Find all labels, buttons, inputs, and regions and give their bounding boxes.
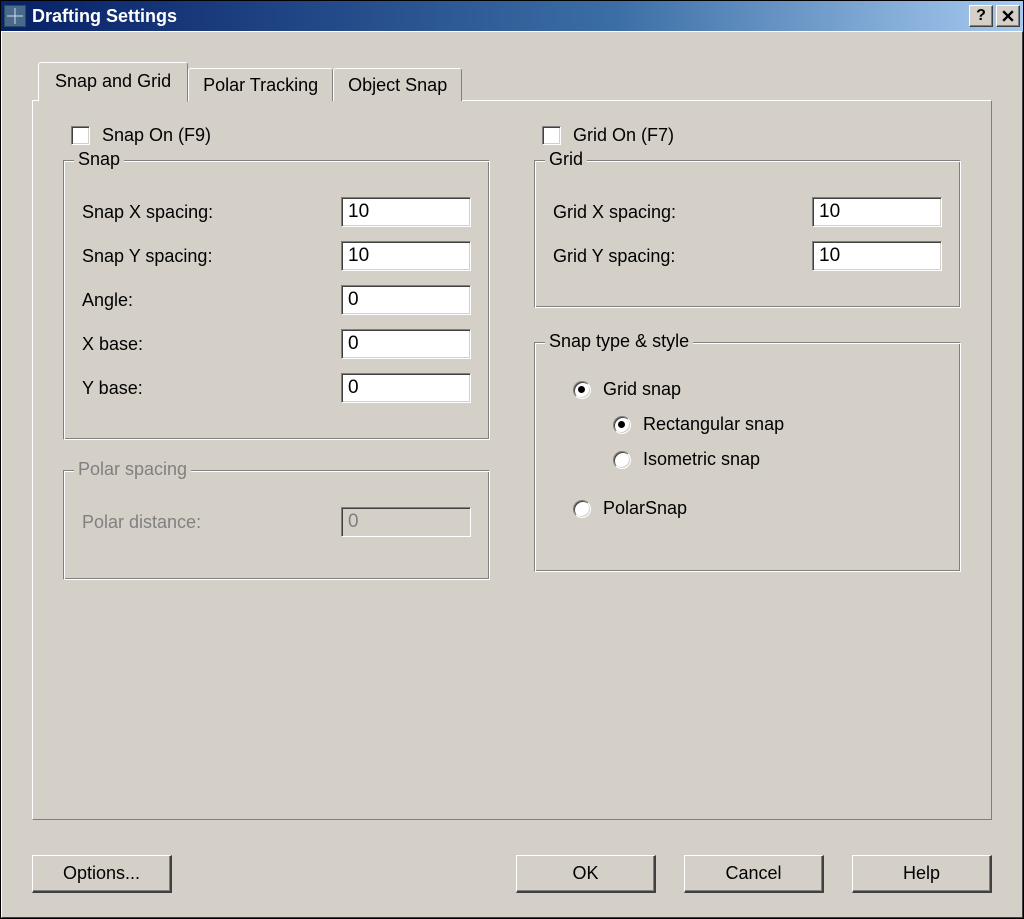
client-area: Snap and Grid Polar Tracking Object Snap…	[1, 31, 1023, 918]
grid-on-checkbox[interactable]	[542, 126, 561, 145]
snap-y-input[interactable]	[341, 241, 471, 271]
snap-on-checkbox-row[interactable]: Snap On (F9)	[71, 125, 490, 146]
grid-y-label: Grid Y spacing:	[553, 246, 675, 267]
title-text: Drafting Settings	[32, 6, 969, 27]
tab-polar-tracking[interactable]: Polar Tracking	[188, 68, 333, 101]
tabstrip: Snap and Grid Polar Tracking Object Snap	[32, 60, 992, 100]
polar-spacing-group: Polar spacing Polar distance:	[63, 470, 490, 580]
snap-type-style-title: Snap type & style	[545, 331, 693, 352]
grid-snap-radio[interactable]	[573, 381, 591, 399]
grid-x-label: Grid X spacing:	[553, 202, 676, 223]
snap-group: Snap Snap X spacing: Snap Y spacing: Ang…	[63, 160, 490, 440]
tab-panel: Snap On (F9) Snap Snap X spacing: Snap Y…	[32, 100, 992, 820]
help-titlebar-button[interactable]: ?	[969, 5, 993, 27]
right-column: Grid On (F7) Grid Grid X spacing: Grid Y…	[534, 125, 961, 580]
polar-distance-label: Polar distance:	[82, 512, 201, 533]
cancel-button[interactable]: Cancel	[684, 855, 824, 893]
grid-x-input[interactable]	[812, 197, 942, 227]
grid-snap-label: Grid snap	[603, 379, 681, 400]
left-column: Snap On (F9) Snap Snap X spacing: Snap Y…	[63, 125, 490, 580]
isometric-snap-radio[interactable]	[613, 451, 631, 469]
ybase-input[interactable]	[341, 373, 471, 403]
rectangular-snap-radio-row[interactable]: Rectangular snap	[613, 414, 946, 435]
polar-distance-input	[341, 507, 471, 537]
rectangular-snap-radio[interactable]	[613, 416, 631, 434]
tab-snap-and-grid[interactable]: Snap and Grid	[38, 62, 188, 102]
help-button[interactable]: Help	[852, 855, 992, 893]
polar-spacing-title: Polar spacing	[74, 459, 191, 480]
polar-snap-radio[interactable]	[573, 500, 591, 518]
polar-snap-radio-row[interactable]: PolarSnap	[573, 498, 946, 519]
angle-input[interactable]	[341, 285, 471, 315]
dialog-window: Drafting Settings ? Snap and Grid Polar …	[0, 0, 1024, 919]
ok-button[interactable]: OK	[516, 855, 656, 893]
titlebar: Drafting Settings ?	[1, 1, 1023, 31]
ybase-label: Y base:	[82, 378, 143, 399]
grid-snap-radio-row[interactable]: Grid snap	[573, 379, 946, 400]
snap-group-title: Snap	[74, 149, 124, 170]
app-icon	[4, 5, 26, 27]
grid-on-checkbox-row[interactable]: Grid On (F7)	[542, 125, 961, 146]
angle-label: Angle:	[82, 290, 133, 311]
xbase-input[interactable]	[341, 329, 471, 359]
grid-on-label: Grid On (F7)	[573, 125, 674, 146]
isometric-snap-radio-row[interactable]: Isometric snap	[613, 449, 946, 470]
snap-x-input[interactable]	[341, 197, 471, 227]
polar-snap-label: PolarSnap	[603, 498, 687, 519]
options-button[interactable]: Options...	[32, 855, 172, 893]
grid-group: Grid Grid X spacing: Grid Y spacing:	[534, 160, 961, 308]
grid-group-title: Grid	[545, 149, 587, 170]
snap-type-style-group: Snap type & style Grid snap Rectangular …	[534, 342, 961, 572]
snap-on-checkbox[interactable]	[71, 126, 90, 145]
close-titlebar-button[interactable]	[996, 5, 1020, 27]
snap-y-label: Snap Y spacing:	[82, 246, 212, 267]
snap-on-label: Snap On (F9)	[102, 125, 211, 146]
xbase-label: X base:	[82, 334, 143, 355]
button-row: Options... OK Cancel Help	[32, 855, 992, 893]
isometric-snap-label: Isometric snap	[643, 449, 760, 470]
tab-object-snap[interactable]: Object Snap	[333, 68, 462, 101]
rectangular-snap-label: Rectangular snap	[643, 414, 784, 435]
snap-x-label: Snap X spacing:	[82, 202, 213, 223]
grid-y-input[interactable]	[812, 241, 942, 271]
